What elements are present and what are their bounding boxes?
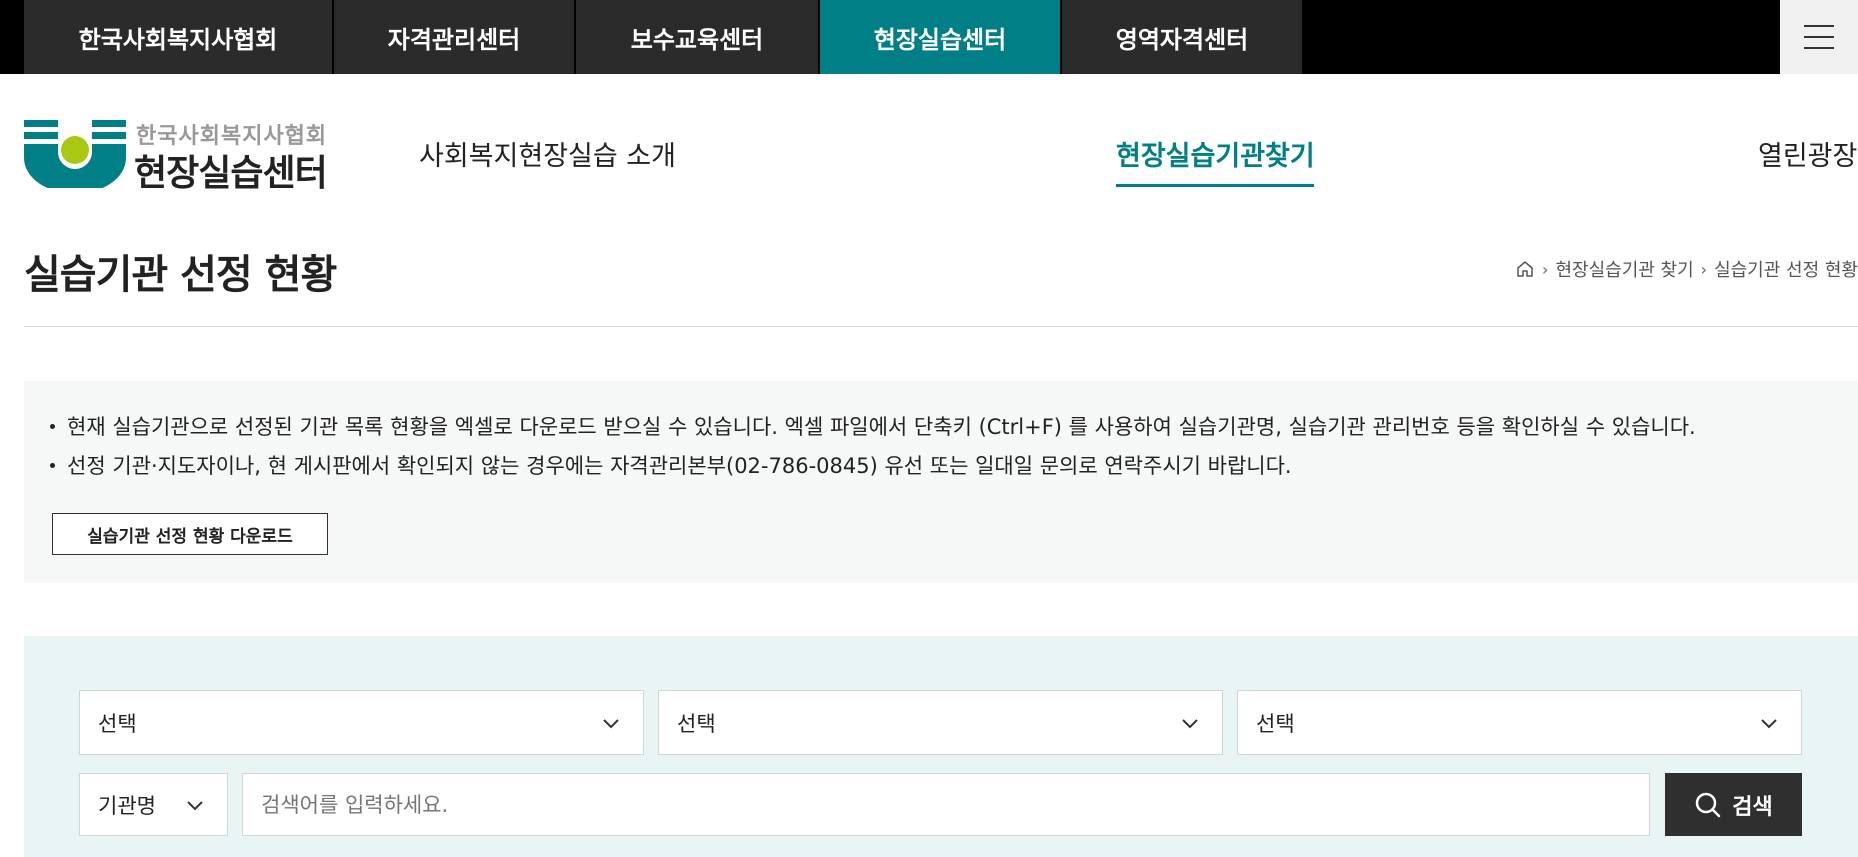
top-bar: 한국사회복지사협회 자격관리센터 보수교육센터 현장실습센터 영역자격센터: [0, 0, 1858, 74]
nav-item-intro[interactable]: 사회복지현장실습 소개: [419, 134, 676, 173]
search-button-label: 검색: [1732, 794, 1773, 820]
top-tab-area-qualification[interactable]: 영역자격센터: [1062, 0, 1302, 74]
chevron-down-icon: [603, 719, 619, 729]
divider: [24, 326, 1858, 327]
download-button[interactable]: 실습기관 선정 현황 다운로드: [52, 513, 328, 555]
info-line: 선정 기관·지도자이나, 현 게시판에서 확인되지 않는 경우에는 자격관리본부…: [50, 450, 1292, 480]
hamburger-icon: [1804, 25, 1834, 49]
search-button[interactable]: 검색: [1665, 773, 1802, 836]
info-box: 현재 실습기관으로 선정된 기관 목록 현황을 엑셀로 다운로드 받으실 수 있…: [24, 381, 1858, 583]
chevron-down-icon: [187, 801, 203, 811]
page-title: 실습기관 선정 현황: [24, 252, 337, 298]
top-tab-education[interactable]: 보수교육센터: [576, 0, 818, 74]
chevron-right-icon: ›: [1542, 259, 1549, 279]
top-tab-association[interactable]: 한국사회복지사협회: [24, 0, 332, 74]
nav-item-find-institution[interactable]: 현장실습기관찾기: [1116, 134, 1315, 173]
home-icon[interactable]: [1515, 259, 1535, 279]
select-1[interactable]: 선택: [79, 690, 644, 755]
chevron-down-icon: [1761, 719, 1777, 729]
search-icon: [1696, 792, 1721, 817]
select-3[interactable]: 선택: [1237, 690, 1802, 755]
bullet-icon: [50, 423, 55, 429]
search-input[interactable]: [242, 773, 1650, 836]
select-value: 기관명: [98, 793, 156, 818]
select-2[interactable]: 선택: [658, 690, 1223, 755]
info-text: 선정 기관·지도자이나, 현 게시판에서 확인되지 않는 경우에는 자격관리본부…: [67, 454, 1292, 478]
logo-title: 현장실습센터: [134, 153, 328, 194]
top-tab-practicum[interactable]: 현장실습센터: [820, 0, 1060, 74]
search-type-select[interactable]: 기관명: [79, 773, 228, 836]
menu-button[interactable]: [1780, 0, 1858, 74]
top-tab-qualification[interactable]: 자격관리센터: [334, 0, 574, 74]
breadcrumb-item-find[interactable]: 현장실습기관 찾기: [1555, 256, 1693, 282]
logo-emblem-icon: [24, 120, 126, 188]
nav-item-open-square[interactable]: 열린광장: [1758, 134, 1857, 173]
info-text: 현재 실습기관으로 선정된 기관 목록 현황을 엑셀로 다운로드 받으실 수 있…: [67, 415, 1696, 439]
nav-active-indicator: [1116, 184, 1314, 187]
select-value: 선택: [677, 711, 716, 736]
chevron-down-icon: [1182, 719, 1198, 729]
info-line: 현재 실습기관으로 선정된 기관 목록 현황을 엑셀로 다운로드 받으실 수 있…: [50, 411, 1696, 441]
breadcrumb: › 현장실습기관 찾기 › 실습기관 선정 현황: [1515, 256, 1858, 282]
select-value: 선택: [1256, 711, 1295, 736]
breadcrumb-item-current: 실습기관 선정 현황: [1714, 260, 1858, 281]
chevron-right-icon: ›: [1700, 259, 1708, 279]
bullet-icon: [50, 462, 55, 468]
site-logo[interactable]: 한국사회복지사협회 현장실습센터: [24, 118, 356, 194]
search-panel: 선택 선택 선택 기관명 검색: [24, 636, 1858, 857]
select-value: 선택: [98, 711, 137, 736]
